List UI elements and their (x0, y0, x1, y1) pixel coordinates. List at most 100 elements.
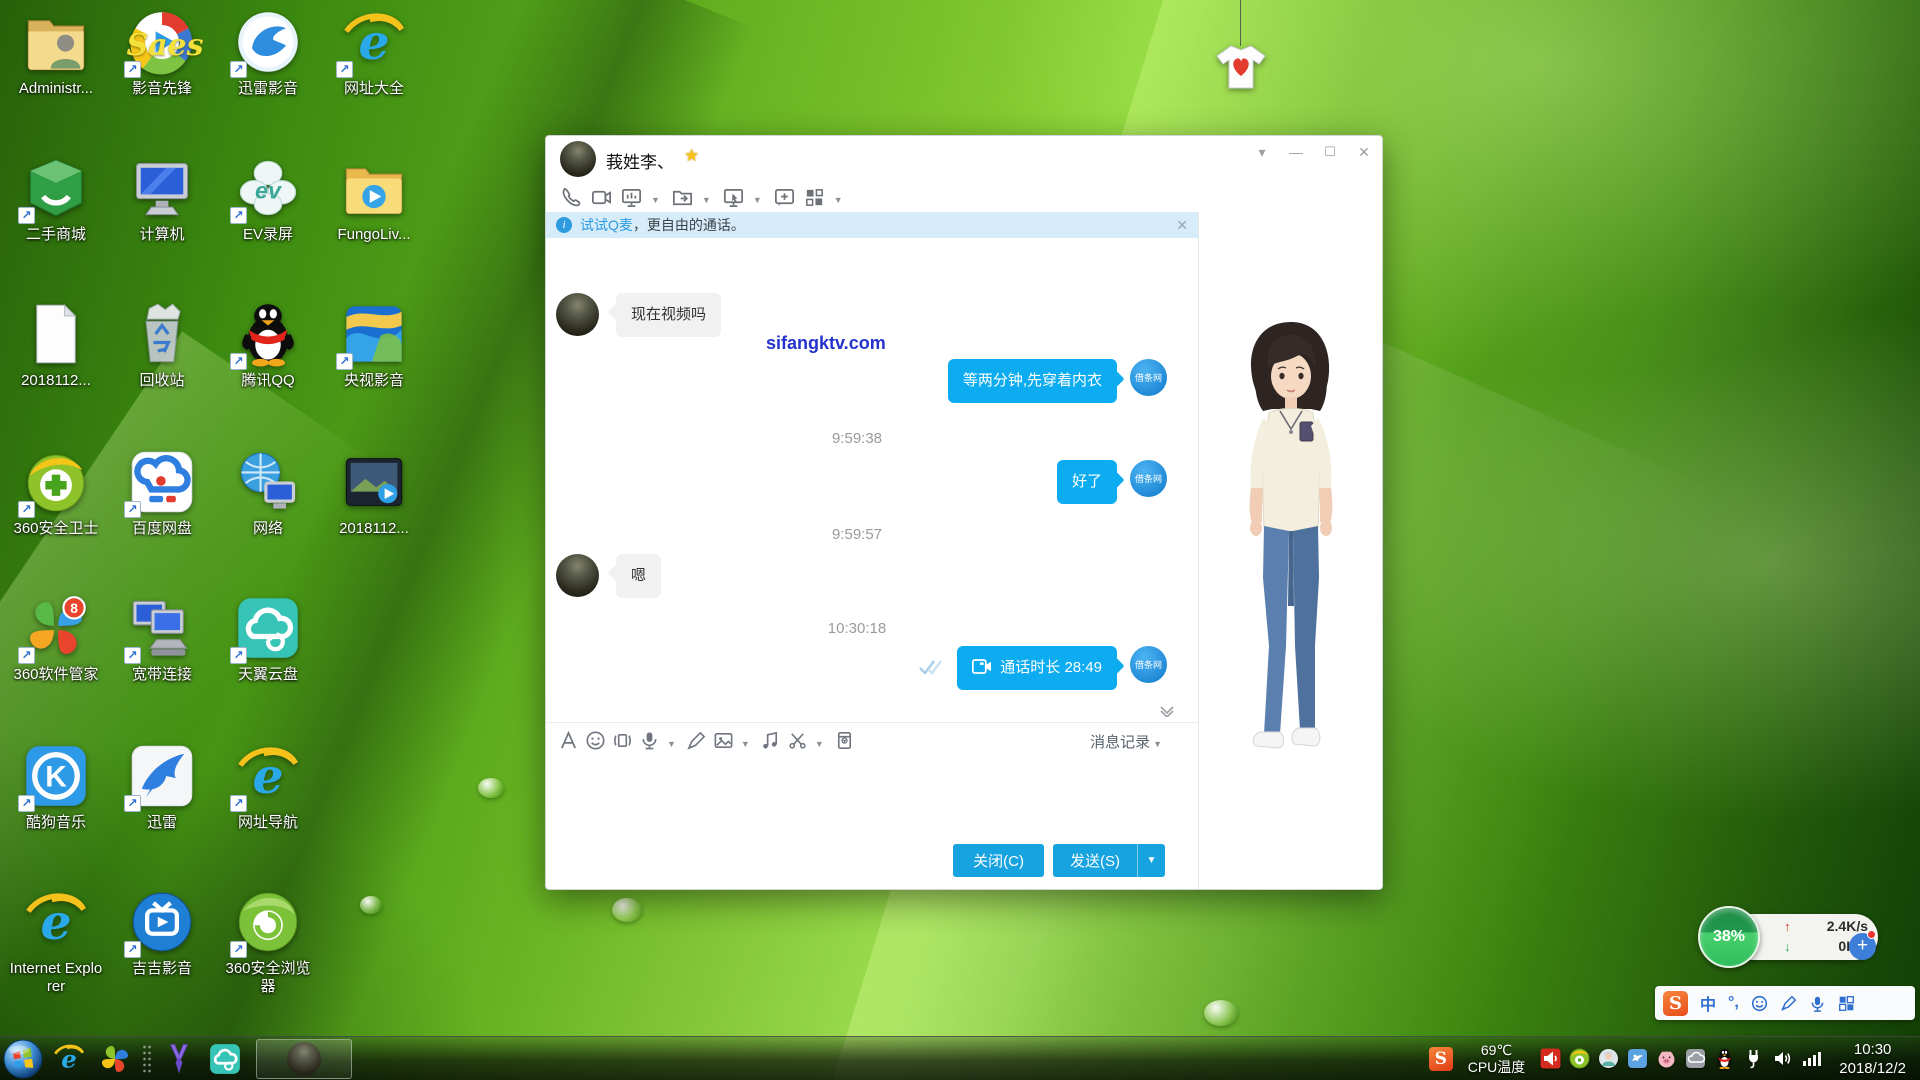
ime-voice-icon[interactable] (1809, 995, 1826, 1012)
desktop-icon-recycle-bin[interactable]: 回收站 (114, 300, 210, 390)
ime-toolbox-icon[interactable] (1838, 995, 1855, 1012)
self-avatar[interactable]: 借条网 (1130, 460, 1167, 497)
start-button[interactable] (0, 1039, 46, 1079)
desktop-icon-wangzhi-daquan[interactable]: e↗网址大全 (326, 8, 422, 98)
red-packet-icon[interactable] (834, 730, 855, 751)
scroll-to-bottom-icon[interactable] (1159, 704, 1175, 722)
create-group-icon[interactable] (773, 186, 796, 209)
incoming-bubble[interactable]: 现在视频吗 (616, 293, 721, 337)
call-duration-bubble[interactable]: 通话时长 28:49 (957, 646, 1117, 690)
tray-sogou-icon[interactable]: S (1429, 1047, 1453, 1071)
desktop-icon-yingyin-xianfeng[interactable]: ↗Saes影音先锋 (114, 8, 210, 98)
window-titlebar[interactable]: 莪姓李、 ★ ▾ — ☐ ✕ (546, 136, 1382, 182)
window-menu-arrow-icon[interactable]: ▾ (1254, 144, 1270, 161)
image-dropdown-caret[interactable]: ▼ (741, 739, 750, 749)
voice-call-icon[interactable] (560, 186, 583, 209)
desktop-icon-360-soft-manager[interactable]: 8↗360软件管家 (8, 594, 104, 684)
desktop-icon-wangzhi-daohang[interactable]: e↗网址导航 (220, 742, 316, 832)
taskbar-clock[interactable]: 10:30 2018/12/2 (1839, 1040, 1912, 1078)
peer-message-avatar[interactable] (556, 554, 599, 597)
desktop-icon-tencent-qq[interactable]: ↗腾讯QQ (220, 300, 316, 390)
outgoing-bubble[interactable]: 好了 (1057, 460, 1117, 504)
qq-show-girl[interactable] (1234, 316, 1348, 768)
ime-emoticon-icon[interactable] (1751, 995, 1768, 1012)
desktop-icon-doc-2018112[interactable]: 2018112... (8, 300, 104, 390)
close-chat-button[interactable]: 关闭(C) (953, 844, 1044, 877)
voice-message-icon[interactable] (639, 730, 660, 751)
memory-ball[interactable]: 38% (1698, 906, 1760, 968)
self-avatar[interactable]: 借条网 (1130, 646, 1167, 683)
peer-message-avatar[interactable] (556, 293, 599, 336)
desktop-icon-cctv-yingyin[interactable]: ↗央视影音 (326, 300, 422, 390)
tray-elder-care-icon[interactable] (1598, 1048, 1619, 1069)
taskbar-purple-app[interactable] (156, 1039, 202, 1079)
window-shake-icon[interactable] (612, 730, 633, 751)
desktop-icon-network[interactable]: 网络 (220, 448, 316, 538)
desktop-icon-broadband[interactable]: ↗宽带连接 (114, 594, 210, 684)
notice-link[interactable]: 试试Q麦 (580, 215, 633, 235)
desktop-icon-kugou-music[interactable]: K↗酷狗音乐 (8, 742, 104, 832)
notice-close-icon[interactable]: ✕ (1176, 217, 1188, 234)
taskbar-sogou[interactable] (92, 1039, 138, 1079)
taskbar-tianyi-cloud[interactable] (202, 1039, 248, 1079)
tray-red-horn-icon[interactable] (1540, 1048, 1561, 1069)
screen-demo-dropdown-caret[interactable]: ▼ (651, 195, 660, 205)
remote-assist-icon[interactable] (722, 186, 745, 209)
sogou-logo-icon[interactable]: S (1663, 991, 1688, 1016)
desktop-icon-internet-explorer[interactable]: eInternet Explorer (8, 888, 104, 996)
send-file-icon[interactable] (671, 186, 694, 209)
desktop-icon-ershou-shangcheng[interactable]: ↗二手商城 (8, 154, 104, 244)
desktop-icon-ev-luping[interactable]: ev↗EV录屏 (220, 154, 316, 244)
desktop-icon-360-browser[interactable]: ↗360安全浏览器 (220, 888, 316, 996)
history-button[interactable]: 消息记录▼ (1090, 731, 1166, 752)
close-window-button[interactable]: ✕ (1356, 144, 1372, 161)
ime-handwrite-icon[interactable] (1780, 995, 1797, 1012)
tray-bank-blue-icon[interactable] (1627, 1048, 1648, 1069)
voice-message-dropdown-caret[interactable]: ▼ (667, 739, 676, 749)
apps-icon[interactable] (803, 186, 826, 209)
tray-network-signal-icon[interactable] (1801, 1048, 1822, 1069)
send-options-caret[interactable]: ▼ (1137, 844, 1165, 877)
desktop-icon-baidu-netdisk[interactable]: ↗百度网盘 (114, 448, 210, 538)
remote-assist-dropdown-caret[interactable]: ▼ (753, 195, 762, 205)
tray-power-plug-icon[interactable] (1743, 1048, 1764, 1069)
apps-dropdown-caret[interactable]: ▼ (834, 195, 843, 205)
incoming-bubble[interactable]: 嗯 (616, 554, 661, 598)
peer-avatar[interactable] (560, 141, 596, 177)
tray-volume-icon[interactable] (1772, 1048, 1793, 1069)
cpu-temperature[interactable]: 69℃ CPU温度 (1468, 1042, 1526, 1076)
maximize-button[interactable]: ☐ (1322, 144, 1338, 161)
ime-punctuation-toggle[interactable]: °, (1728, 994, 1739, 1012)
taskbar-internet-explorer[interactable]: e (46, 1039, 92, 1079)
desktop-icon-fungolive[interactable]: FungoLiv... (326, 154, 422, 244)
send-file-dropdown-caret[interactable]: ▼ (702, 195, 711, 205)
tray-pig-pink-icon[interactable] (1656, 1048, 1677, 1069)
desktop-icon-computer[interactable]: 计算机 (114, 154, 210, 244)
send-button[interactable]: 发送(S) (1053, 844, 1137, 877)
video-call-icon[interactable] (590, 186, 613, 209)
taskbar-qq-chat-active[interactable] (256, 1039, 352, 1079)
screenshot-dropdown-caret[interactable]: ▼ (815, 739, 824, 749)
emoticon-icon[interactable] (585, 730, 606, 751)
tray-360-ball-icon[interactable] (1569, 1048, 1590, 1069)
tray-qq-penguin-icon[interactable] (1714, 1048, 1735, 1069)
desktop-icon-xunlei-yingyin[interactable]: ↗迅雷影音 (220, 8, 316, 98)
screen-demo-icon[interactable] (620, 186, 643, 209)
handwrite-icon[interactable] (686, 730, 707, 751)
desktop-icon-thunder[interactable]: ↗迅雷 (114, 742, 210, 832)
desktop-icon-administrator[interactable]: Administr... (8, 8, 104, 98)
self-avatar[interactable]: 借条网 (1130, 359, 1167, 396)
ime-mode-toggle[interactable]: 中 (1700, 991, 1716, 1015)
desktop-icon-video-2018112[interactable]: 2018112... (326, 448, 422, 538)
desktop-icon-jiji-yingyin[interactable]: ↗吉吉影音 (114, 888, 210, 978)
outgoing-bubble[interactable]: 等两分钟,先穿着内衣 (948, 359, 1117, 403)
music-icon[interactable] (760, 730, 781, 751)
desktop-icon-360-safe[interactable]: ↗360安全卫士 (8, 448, 104, 538)
image-icon[interactable] (713, 730, 734, 751)
screenshot-icon[interactable] (787, 730, 808, 751)
traffic-monitor-widget[interactable]: ↑ 2.4K/s ↓ 0K/s + 38% (1698, 906, 1884, 974)
desktop-icon-tianyi-cloud[interactable]: ↗天翼云盘 (220, 594, 316, 684)
font-icon[interactable] (558, 730, 579, 751)
minimize-button[interactable]: — (1288, 144, 1304, 161)
tray-cloud-gray-icon[interactable] (1685, 1048, 1706, 1069)
